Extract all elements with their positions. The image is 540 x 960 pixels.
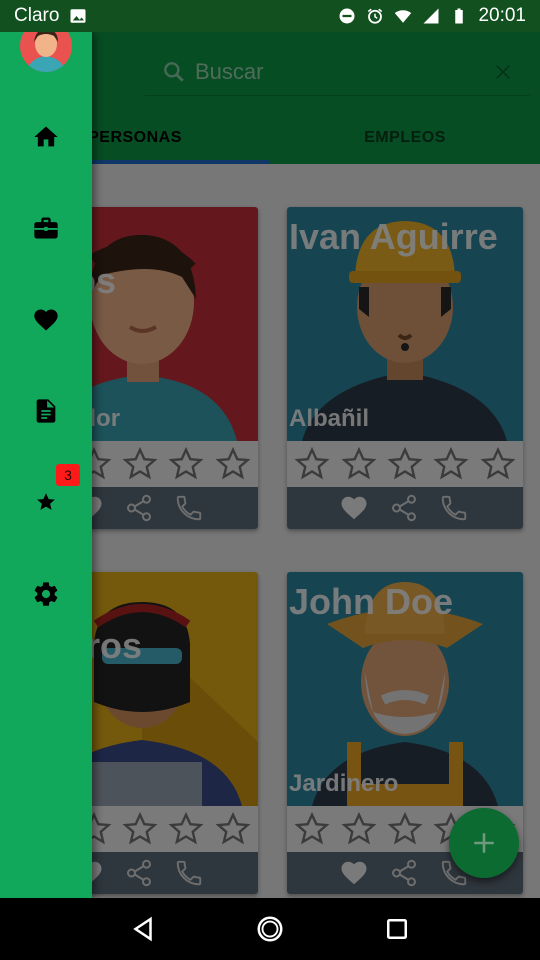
system-nav-bar [0,898,540,960]
image-icon [70,9,86,23]
drawer-item-settings[interactable] [0,564,92,624]
signal-icon [423,8,439,24]
recents-icon[interactable] [382,914,412,944]
status-bar: Claro 20:01 [0,0,540,32]
drawer-item-home[interactable] [0,107,92,167]
carrier-label: Claro [14,5,60,26]
back-icon[interactable] [128,914,158,944]
clock-label: 20:01 [478,5,526,26]
dnd-icon [339,8,355,24]
home-icon [34,126,58,147]
heart-icon [34,309,58,331]
wifi-icon [395,10,412,23]
drawer-item-jobs[interactable] [0,198,92,258]
app-screen: Buscar PERSONAS EMPLEOS inacios rama [0,32,540,898]
alarm-icon [368,8,383,24]
briefcase-icon [34,217,58,239]
notification-badge: 3 [56,464,80,486]
add-fab-button[interactable] [449,808,519,878]
settings-icon [34,582,58,606]
drawer-item-favorites[interactable] [0,290,92,350]
plus-icon [474,833,494,853]
drawer-item-documents[interactable] [0,381,92,441]
star-icon [37,493,55,510]
document-icon [36,399,56,423]
navigation-drawer: 3 [0,32,92,898]
avatar[interactable] [20,32,72,72]
battery-icon [455,8,464,24]
home-circle-icon[interactable] [255,914,285,944]
